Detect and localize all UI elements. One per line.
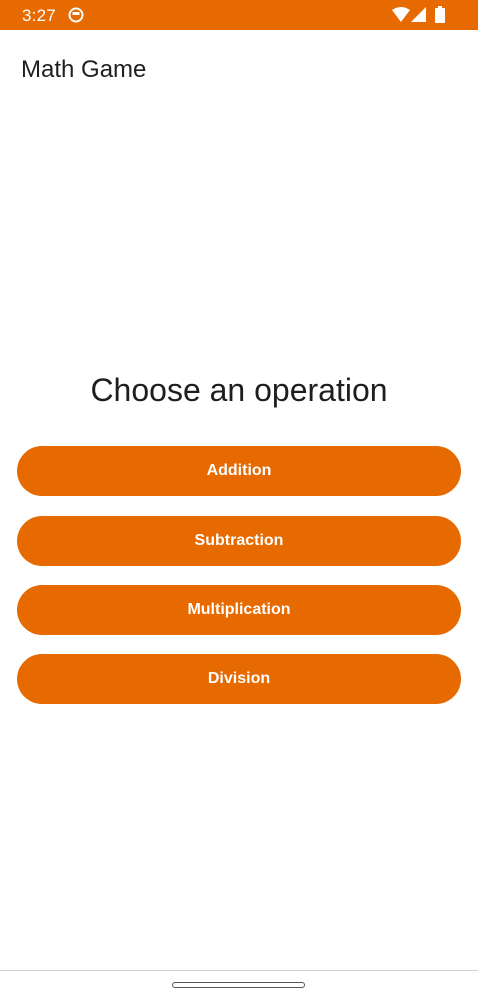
- app-notification-icon: [68, 7, 84, 23]
- subtraction-button[interactable]: Subtraction: [17, 516, 461, 566]
- app-title: Math Game: [21, 56, 147, 83]
- navigation-bar-divider: [0, 970, 478, 971]
- status-time: 3:27: [22, 6, 56, 25]
- addition-button[interactable]: Addition: [17, 446, 461, 496]
- gesture-navigation-handle[interactable]: [172, 982, 305, 988]
- battery-icon: [435, 6, 445, 23]
- division-button[interactable]: Division: [17, 654, 461, 704]
- wifi-icon: [392, 7, 410, 22]
- signal-icon: [411, 7, 426, 22]
- status-bar: 3:27: [0, 0, 478, 30]
- choose-operation-heading: Choose an operation: [90, 372, 388, 408]
- multiplication-button[interactable]: Multiplication: [17, 585, 461, 635]
